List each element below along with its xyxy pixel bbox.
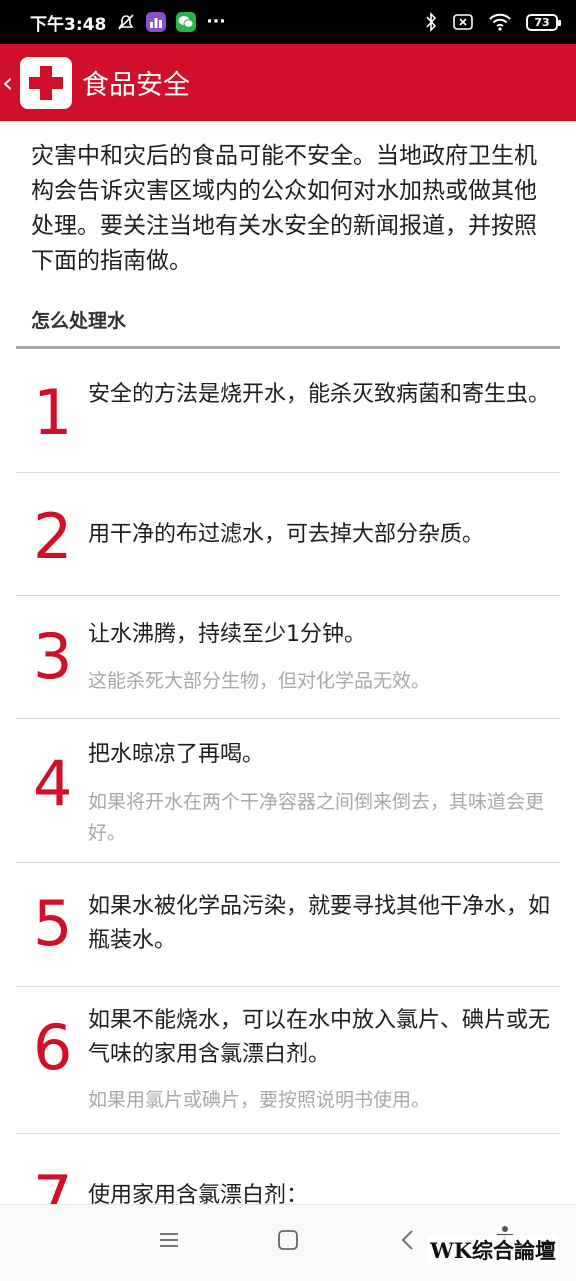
bluetooth-icon [424, 12, 438, 32]
step-number: 1 [33, 376, 73, 449]
step-item: 2 用干净的布过滤水，可去掉大部分杂质。 [16, 473, 560, 596]
step-item: 1 安全的方法是烧开水，能杀灭致病菌和寄生虫。 [16, 349, 560, 473]
step-note: 这能杀死大部分生物，但对化学品无效。 [88, 670, 431, 692]
wechat-icon [176, 12, 197, 32]
status-more: ··· [206, 12, 226, 32]
step-item: 5 如果水被化学品污染，就要寻找其他干净水，如瓶装水。 [16, 863, 560, 987]
step-item: 6 如果不能烧水，可以在水中放入氯片、碘片或无气味的家用含氯漂白剂。 如果用氯片… [16, 987, 560, 1134]
section-title: 怎么处理水 [31, 310, 127, 332]
step-number: 5 [33, 887, 73, 960]
step-number: 4 [33, 747, 73, 820]
page-title: 食品安全 [82, 70, 190, 101]
step-text: 如果不能烧水，可以在水中放入氯片、碘片或无气味的家用含氯漂白剂。 [88, 1008, 551, 1067]
step-text: 安全的方法是烧开水，能杀灭致病菌和寄生虫。 [88, 382, 551, 407]
app-icon [146, 12, 167, 32]
step-note: 如果将开水在两个干净容器之间倒来倒去，其味道会更好。 [88, 791, 545, 844]
step-text: 把水晾凉了再喝。 [88, 742, 265, 767]
content-area: 灾害中和灾后的食品可能不安全。当地政府卫生机构会告诉灾害区域内的公众如何对水加热… [0, 121, 576, 1254]
status-bar: 下午3:48 ··· 73 [0, 0, 576, 44]
step-number: 3 [33, 620, 73, 693]
step-text: 如果水被化学品污染，就要寻找其他干净水，如瓶装水。 [88, 894, 551, 953]
back-icon[interactable] [400, 1229, 416, 1255]
step-item: 3 让水沸腾，持续至少1分钟。 这能杀死大部分生物，但对化学品无效。 [16, 596, 560, 719]
step-text: 让水沸腾，持续至少1分钟。 [88, 622, 366, 647]
step-number: 6 [33, 1011, 73, 1084]
step-note: 如果用氯片或碘片，要按照说明书使用。 [88, 1089, 431, 1111]
red-cross-logo[interactable] [20, 56, 72, 109]
step-item: 4 把水晾凉了再喝。 如果将开水在两个干净容器之间倒来倒去，其味道会更好。 [16, 719, 560, 863]
intro-paragraph: 灾害中和灾后的食品可能不安全。当地政府卫生机构会告诉灾害区域内的公众如何对水加热… [31, 143, 537, 274]
back-chevron-icon[interactable]: ‹ [2, 68, 18, 97]
battery-icon: 73 [526, 13, 561, 31]
wifi-icon [488, 13, 512, 31]
status-time: 下午3:48 [30, 14, 107, 35]
mute-icon [116, 12, 136, 32]
watermark-text: WK综合論壇 [428, 1235, 558, 1265]
menu-icon[interactable] [158, 1229, 180, 1255]
step-text: 用干净的布过滤水，可去掉大部分杂质。 [88, 522, 485, 547]
home-icon[interactable] [277, 1229, 299, 1255]
app-header: ‹ 食品安全 [0, 44, 576, 121]
step-number: 2 [33, 500, 73, 573]
sim-icon [452, 13, 474, 31]
